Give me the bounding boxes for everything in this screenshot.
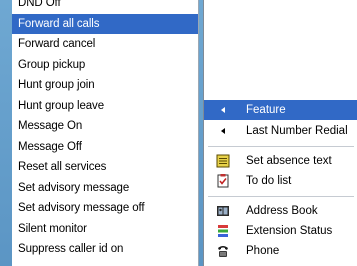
menu-item-last-number-redial[interactable]: Last Number Redial xyxy=(204,121,357,141)
menu-item-phone[interactable]: Phone xyxy=(204,241,357,261)
list-item-reset-all-services[interactable]: Reset all services xyxy=(12,157,198,178)
list-item-forward-all-calls[interactable]: Forward all calls xyxy=(12,13,198,34)
address-book-icon xyxy=(216,204,230,218)
extension-status-icon xyxy=(216,224,230,238)
submenu-arrow-icon xyxy=(216,103,230,117)
list-item-set-advisory-message[interactable]: Set advisory message xyxy=(12,178,198,199)
menu-item-last-number-redial-label: Last Number Redial xyxy=(246,125,348,137)
menu-item-phone-label: Phone xyxy=(246,245,280,257)
list-item-message-on[interactable]: Message On xyxy=(12,116,198,137)
menu-item-extension-status-label: Extension Status xyxy=(246,225,333,237)
submenu-arrow-icon xyxy=(216,124,230,138)
menu-item-to-do-list-label: To do list xyxy=(246,175,292,187)
menu-item-extension-status[interactable]: Extension Status xyxy=(204,221,357,241)
list-item-hunt-group-join[interactable]: Hunt group join xyxy=(12,75,198,96)
menu-item-to-do-list[interactable]: To do list xyxy=(204,171,357,191)
notepad-icon xyxy=(216,154,230,168)
checklist-icon xyxy=(216,174,230,188)
services-list-menu: DND Off Forward all calls Forward cancel… xyxy=(12,0,199,266)
menu-item-address-book-label: Address Book xyxy=(246,205,318,217)
menu-item-set-absence-text-label: Set absence text xyxy=(246,155,332,167)
list-item-dnd-off[interactable]: DND Off xyxy=(12,0,198,14)
list-item-suppress-caller-id-on[interactable]: Suppress caller id on xyxy=(12,239,198,260)
menu-item-address-book[interactable]: Address Book xyxy=(204,201,357,221)
menu-item-feature-label: Feature xyxy=(246,104,286,116)
menu-separator xyxy=(208,196,354,197)
list-item-set-advisory-message-off[interactable]: Set advisory message off xyxy=(12,198,198,219)
list-item-forward-cancel[interactable]: Forward cancel xyxy=(12,34,198,55)
list-item-silent-monitor[interactable]: Silent monitor xyxy=(12,219,198,240)
list-item-hunt-group-leave[interactable]: Hunt group leave xyxy=(12,96,198,117)
menu-separator xyxy=(208,146,354,147)
list-item-group-pickup[interactable]: Group pickup xyxy=(12,55,198,76)
menu-item-set-absence-text[interactable]: Set absence text xyxy=(204,151,357,171)
context-menu: Feature Last Number Redial Set absence t… xyxy=(203,0,357,266)
phone-icon xyxy=(216,244,230,258)
menu-item-feature[interactable]: Feature xyxy=(204,100,357,120)
list-item-message-off[interactable]: Message Off xyxy=(12,137,198,158)
